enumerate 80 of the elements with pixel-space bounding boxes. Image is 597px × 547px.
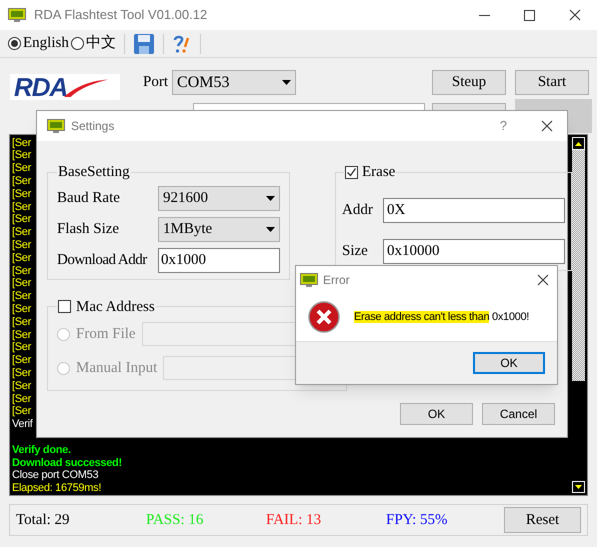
- arrow-up-icon[interactable]: [575, 142, 582, 146]
- radio-button[interactable]: [8, 37, 21, 50]
- caret-icon: [266, 196, 275, 200]
- log-line: [Ser: [12, 303, 31, 316]
- fpy-percent: FPY: 55%: [386, 510, 448, 530]
- log-line: [Ser: [12, 316, 31, 329]
- flash-size-dropdown[interactable]: 1MByte: [158, 216, 280, 242]
- checkbox[interactable]: [58, 300, 71, 314]
- log-line: [Ser: [12, 239, 31, 252]
- field-label: Flash Size: [57, 220, 120, 239]
- reset-button[interactable]: Reset: [504, 507, 581, 533]
- fail-count: FAIL: 13: [266, 510, 322, 530]
- log-line: [Ser: [12, 354, 31, 368]
- log-line: [Ser: [12, 149, 31, 162]
- log-line: [Ser: [12, 367, 31, 380]
- error-icon: [308, 301, 340, 333]
- error-message: Erase address can't less than 0x1000!: [354, 310, 530, 325]
- port-dropdown[interactable]: COM53: [172, 70, 296, 95]
- log-line: [Ser: [12, 226, 31, 240]
- log-line: [Ser: [12, 405, 31, 418]
- caret-icon: [282, 80, 292, 85]
- erase-size-field[interactable]: 0x10000: [383, 238, 565, 264]
- log-line: [Ser: [12, 392, 31, 406]
- start-button[interactable]: Start: [515, 70, 589, 95]
- field-label: Baud Rate: [57, 188, 121, 208]
- app-icon: [47, 119, 65, 133]
- dialog-title: Settings: [71, 118, 114, 135]
- field-label: Addr: [342, 200, 374, 220]
- pass-count: PASS: 16: [146, 510, 204, 530]
- logo: RDA: [10, 74, 120, 100]
- log-line: [Ser: [12, 200, 31, 214]
- log-line: [Ser: [12, 277, 31, 290]
- log-line: Download successed!: [12, 456, 122, 470]
- language-option[interactable]: English: [8, 32, 69, 55]
- app-icon: [8, 8, 26, 22]
- log-line: [Ser: [12, 136, 31, 150]
- log-line: [Ser: [12, 264, 31, 278]
- log-line: Close port COM53: [12, 469, 98, 482]
- download-addr-field[interactable]: 0x1000: [158, 248, 280, 272]
- radio-label: Manual Input: [76, 358, 158, 378]
- help-button[interactable]: ?: [500, 116, 507, 136]
- ok-button[interactable]: OK: [473, 352, 545, 374]
- checkbox-label: Erase: [362, 163, 396, 182]
- checkbox-label: Mac Address: [76, 298, 155, 316]
- log-line: [Ser: [12, 328, 31, 342]
- cancel-button[interactable]: Cancel: [482, 403, 555, 425]
- baud-rate-dropdown[interactable]: 921600: [158, 186, 280, 210]
- caret-icon: [266, 226, 275, 232]
- log-line: [Ser: [12, 213, 31, 226]
- erase-addr-field[interactable]: 0X: [383, 198, 565, 222]
- setup-button[interactable]: Steup: [432, 70, 506, 95]
- help-icon[interactable]: [172, 34, 192, 54]
- save-icon[interactable]: [132, 32, 155, 54]
- log-line: [Ser: [12, 290, 31, 304]
- group-title: BaseSetting: [57, 163, 131, 182]
- close-icon[interactable]: [537, 274, 549, 286]
- arrow-down-icon[interactable]: [575, 485, 582, 489]
- port-label: Port: [143, 73, 168, 92]
- log-line: [Ser: [12, 380, 31, 393]
- language-option[interactable]: 中文: [70, 32, 116, 55]
- log-line: [Ser: [12, 162, 31, 176]
- field-label: Size: [342, 242, 369, 261]
- radio-button[interactable]: [70, 37, 84, 50]
- radio-label: From File: [76, 324, 136, 344]
- ok-button[interactable]: OK: [400, 403, 473, 425]
- total-count: Total: 29: [16, 510, 71, 530]
- log-line: Verify done.: [12, 444, 71, 457]
- log-line: Verif: [12, 418, 33, 432]
- scrollbar[interactable]: [570, 135, 587, 495]
- log-line: [Ser: [12, 252, 31, 265]
- field-label: Download Addr: [57, 250, 148, 270]
- dialog-title: Error: [323, 272, 350, 288]
- log-line: [Ser: [12, 175, 31, 188]
- checkbox[interactable]: [345, 166, 358, 179]
- log-line: [Ser: [12, 188, 31, 201]
- close-icon[interactable]: [541, 120, 553, 132]
- log-line: [Ser: [12, 341, 31, 354]
- log-line: Elapsed: 16759ms!: [12, 482, 102, 495]
- window-title: RDA Flashtest Tool V01.00.12: [34, 6, 208, 24]
- app-icon: [300, 272, 318, 286]
